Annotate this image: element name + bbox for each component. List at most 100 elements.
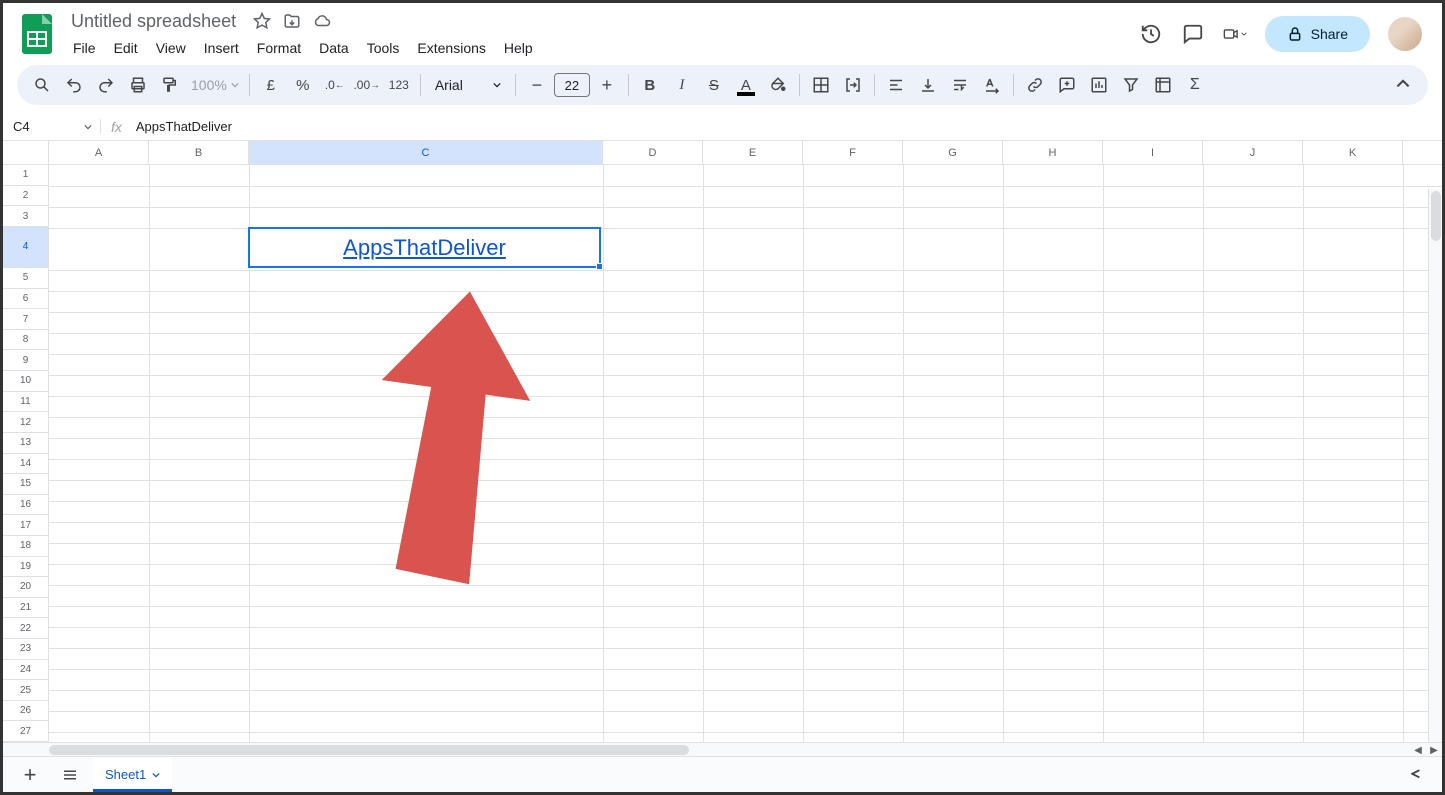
functions-icon[interactable]: Σ xyxy=(1180,70,1210,100)
row-header[interactable]: 2 xyxy=(3,186,49,207)
borders-icon[interactable] xyxy=(806,70,836,100)
row-header[interactable]: 13 xyxy=(3,433,49,454)
paint-format-icon[interactable] xyxy=(155,70,185,100)
italic-icon[interactable]: I xyxy=(667,70,697,100)
currency-icon[interactable]: £ xyxy=(256,70,286,100)
horizontal-align-icon[interactable] xyxy=(881,70,911,100)
star-icon[interactable] xyxy=(252,11,272,31)
comments-icon[interactable] xyxy=(1181,22,1205,46)
row-header[interactable]: 14 xyxy=(3,454,49,475)
sheets-logo[interactable] xyxy=(17,14,57,54)
collapse-toolbar-icon[interactable] xyxy=(1388,70,1418,100)
menu-format[interactable]: Format xyxy=(249,36,309,60)
row-header[interactable]: 11 xyxy=(3,392,49,413)
name-box[interactable]: C4 xyxy=(3,119,101,134)
percent-icon[interactable]: % xyxy=(288,70,318,100)
filter-icon[interactable] xyxy=(1116,70,1146,100)
row-header[interactable]: 19 xyxy=(3,557,49,578)
column-header[interactable]: A xyxy=(49,141,149,164)
column-header[interactable]: C xyxy=(249,141,603,164)
share-button[interactable]: Share xyxy=(1265,16,1370,52)
filter-views-icon[interactable] xyxy=(1148,70,1178,100)
column-header[interactable]: G xyxy=(903,141,1003,164)
row-header[interactable]: 10 xyxy=(3,371,49,392)
text-rotation-icon[interactable] xyxy=(977,70,1007,100)
account-avatar[interactable] xyxy=(1388,17,1422,51)
menu-insert[interactable]: Insert xyxy=(196,36,247,60)
more-formats-icon[interactable]: 123 xyxy=(384,70,414,100)
menu-view[interactable]: View xyxy=(148,36,194,60)
menu-file[interactable]: File xyxy=(65,36,104,60)
explore-button[interactable] xyxy=(1402,760,1432,790)
search-menus-icon[interactable] xyxy=(27,70,57,100)
row-header[interactable]: 5 xyxy=(3,268,49,289)
move-icon[interactable] xyxy=(282,11,302,31)
redo-icon[interactable] xyxy=(91,70,121,100)
zoom-select[interactable]: 100% xyxy=(187,77,243,93)
bold-icon[interactable]: B xyxy=(635,70,665,100)
active-cell[interactable]: AppsThatDeliver xyxy=(248,227,601,268)
document-title[interactable]: Untitled spreadsheet xyxy=(65,9,242,34)
merge-cells-icon[interactable] xyxy=(838,70,868,100)
meet-icon[interactable] xyxy=(1223,22,1247,46)
strikethrough-icon[interactable]: S xyxy=(699,70,729,100)
row-header[interactable]: 27 xyxy=(3,721,49,742)
all-sheets-button[interactable] xyxy=(53,760,87,790)
row-header[interactable]: 1 xyxy=(3,165,49,186)
column-header[interactable]: B xyxy=(149,141,249,164)
menu-edit[interactable]: Edit xyxy=(106,36,146,60)
insert-chart-icon[interactable] xyxy=(1084,70,1114,100)
sheet-tab-active[interactable]: Sheet1 xyxy=(93,758,172,792)
row-header[interactable]: 9 xyxy=(3,350,49,371)
select-all-corner[interactable] xyxy=(3,141,49,164)
menu-data[interactable]: Data xyxy=(311,36,357,60)
history-icon[interactable] xyxy=(1139,22,1163,46)
row-header[interactable]: 17 xyxy=(3,515,49,536)
increase-decimal-icon[interactable]: .00→ xyxy=(352,70,382,100)
column-header[interactable]: J xyxy=(1203,141,1303,164)
fill-color-icon[interactable] xyxy=(763,70,793,100)
row-header[interactable]: 15 xyxy=(3,474,49,495)
font-size-input[interactable]: 22 xyxy=(554,73,590,97)
row-header[interactable]: 12 xyxy=(3,412,49,433)
row-header[interactable]: 18 xyxy=(3,536,49,557)
font-family-select[interactable]: Arial xyxy=(427,77,509,93)
row-header[interactable]: 21 xyxy=(3,598,49,619)
row-header[interactable]: 20 xyxy=(3,577,49,598)
menu-help[interactable]: Help xyxy=(496,36,541,60)
vertical-align-icon[interactable] xyxy=(913,70,943,100)
row-header[interactable]: 25 xyxy=(3,680,49,701)
row-header[interactable]: 23 xyxy=(3,639,49,660)
column-header[interactable]: D xyxy=(603,141,703,164)
text-color-icon[interactable]: A xyxy=(731,70,761,100)
row-header[interactable]: 22 xyxy=(3,618,49,639)
row-header[interactable]: 4 xyxy=(3,227,49,268)
horizontal-scrollbar[interactable]: ◀ ▶ xyxy=(3,742,1442,756)
insert-link-icon[interactable] xyxy=(1020,70,1050,100)
cells-canvas[interactable]: AppsThatDeliver xyxy=(49,165,1442,742)
vertical-scrollbar[interactable] xyxy=(1428,189,1442,742)
column-header[interactable]: I xyxy=(1103,141,1203,164)
row-header[interactable]: 7 xyxy=(3,309,49,330)
row-header[interactable]: 6 xyxy=(3,289,49,310)
add-sheet-button[interactable]: + xyxy=(13,760,47,790)
row-header[interactable]: 24 xyxy=(3,660,49,681)
formula-input[interactable]: AppsThatDeliver xyxy=(132,119,1442,134)
text-wrap-icon[interactable] xyxy=(945,70,975,100)
column-header[interactable]: H xyxy=(1003,141,1103,164)
cloud-status-icon[interactable] xyxy=(312,11,332,31)
column-header[interactable]: F xyxy=(803,141,903,164)
insert-comment-icon[interactable] xyxy=(1052,70,1082,100)
increase-font-icon[interactable]: + xyxy=(592,70,622,100)
column-header[interactable]: E xyxy=(703,141,803,164)
menu-extensions[interactable]: Extensions xyxy=(409,36,493,60)
row-header[interactable]: 26 xyxy=(3,701,49,722)
row-header[interactable]: 3 xyxy=(3,206,49,227)
decrease-font-icon[interactable]: − xyxy=(522,70,552,100)
print-icon[interactable] xyxy=(123,70,153,100)
fill-handle[interactable] xyxy=(596,263,603,270)
row-header[interactable]: 8 xyxy=(3,330,49,351)
column-header[interactable]: K xyxy=(1303,141,1403,164)
decrease-decimal-icon[interactable]: .0← xyxy=(320,70,350,100)
undo-icon[interactable] xyxy=(59,70,89,100)
